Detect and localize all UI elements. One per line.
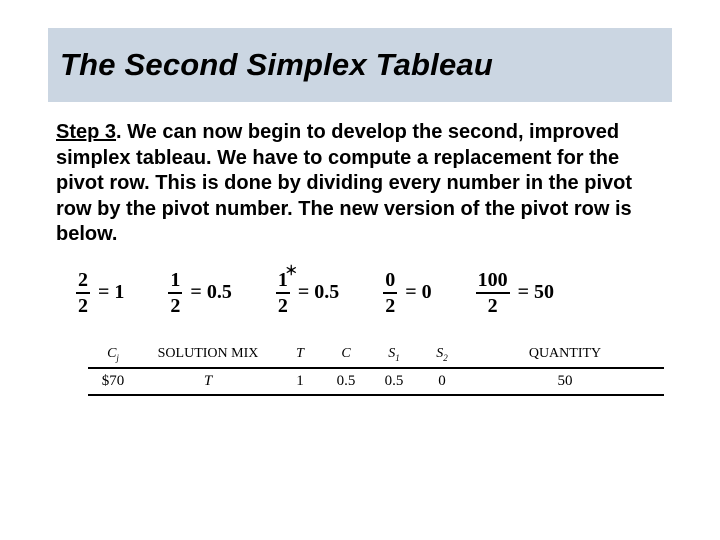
frac-den: 2 <box>486 294 500 316</box>
col-quantity: QUANTITY <box>466 342 664 368</box>
fraction-3: 1 2 ＊ = 0.5 <box>276 270 339 316</box>
frac-num: 100 <box>476 270 510 292</box>
table-header-row: Cj SOLUTION MIX T C S1 S2 QUANTITY <box>88 342 664 368</box>
step-label: Step 3 <box>56 121 116 143</box>
simplex-table: Cj SOLUTION MIX T C S1 S2 QUANTITY $70 T… <box>88 342 664 396</box>
frac-rhs: 0.5 <box>314 281 339 303</box>
frac-num: 1 <box>168 270 182 292</box>
frac-den: 2 <box>168 294 182 316</box>
frac-rhs: 0 <box>422 281 432 303</box>
eq: = <box>518 281 529 303</box>
fraction-row: 2 2 = 1 1 2 = 0.5 1 2 ＊ = 0.5 0 2 = 0 <box>76 270 664 316</box>
cell-T: 1 <box>278 368 322 395</box>
frac-star-icon: ＊ <box>285 264 298 277</box>
slide-title-band: The Second Simplex Tableau <box>48 28 672 102</box>
fraction-5: 100 2 = 50 <box>476 270 554 316</box>
slide-body: Step 3. We can now begin to develop the … <box>56 120 664 248</box>
eq: = <box>98 281 109 303</box>
cell-qty: 50 <box>466 368 664 395</box>
cell-S2: 0 <box>418 368 466 395</box>
col-C: C <box>322 342 370 368</box>
slide-title: The Second Simplex Tableau <box>60 47 493 83</box>
eq: = <box>190 281 201 303</box>
eq: = <box>405 281 416 303</box>
eq: = <box>298 281 309 303</box>
cell-C: 0.5 <box>322 368 370 395</box>
fraction-2: 1 2 = 0.5 <box>168 270 231 316</box>
col-S2: S2 <box>418 342 466 368</box>
col-T: T <box>278 342 322 368</box>
fraction-4: 0 2 = 0 <box>383 270 431 316</box>
frac-rhs: 0.5 <box>207 281 232 303</box>
frac-den: 2 <box>383 294 397 316</box>
frac-num: 0 <box>383 270 397 292</box>
fraction-1: 2 2 = 1 <box>76 270 124 316</box>
frac-den: 2 <box>276 294 290 316</box>
step-rest: We can now begin to develop the second, … <box>56 121 632 245</box>
frac-rhs: 50 <box>534 281 554 303</box>
col-S1: S1 <box>370 342 418 368</box>
col-cj: Cj <box>88 342 138 368</box>
cell-mix: T <box>138 368 278 395</box>
cell-S1: 0.5 <box>370 368 418 395</box>
col-solution-mix: SOLUTION MIX <box>138 342 278 368</box>
table-row: $70 T 1 0.5 0.5 0 50 <box>88 368 664 395</box>
cell-cj: $70 <box>88 368 138 395</box>
frac-den: 2 <box>76 294 90 316</box>
frac-num: 2 <box>76 270 90 292</box>
frac-rhs: 1 <box>114 281 124 303</box>
